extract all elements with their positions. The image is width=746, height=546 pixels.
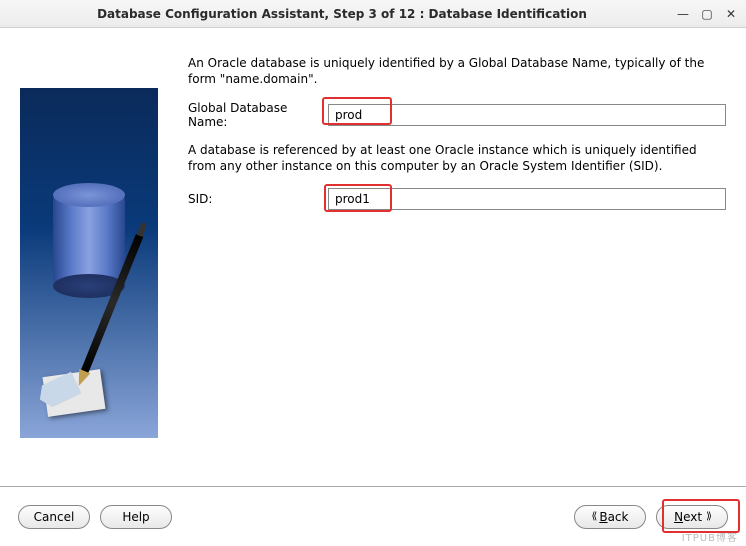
window-controls: — ▢ ✕ bbox=[676, 7, 738, 21]
maximize-icon[interactable]: ▢ bbox=[700, 7, 714, 21]
chevron-right-icon: ⟩⟩ bbox=[706, 511, 710, 522]
help-button[interactable]: Help bbox=[100, 505, 172, 529]
back-mnemonic: B bbox=[599, 510, 607, 524]
intro-text: An Oracle database is uniquely identifie… bbox=[188, 56, 726, 87]
sid-label: SID: bbox=[188, 192, 328, 206]
sid-intro-text: A database is referenced by at least one… bbox=[188, 143, 726, 174]
watermark: ITPUB博客 bbox=[682, 529, 738, 544]
next-button[interactable]: Next ⟩⟩ bbox=[656, 505, 728, 529]
window-title: Database Configuration Assistant, Step 3… bbox=[8, 7, 676, 21]
minimize-icon[interactable]: — bbox=[676, 7, 690, 21]
global-db-row: Global Database Name: bbox=[188, 101, 726, 129]
global-db-label: Global Database Name: bbox=[188, 101, 328, 129]
footer-left: Cancel Help bbox=[18, 505, 172, 529]
sid-row: SID: bbox=[188, 188, 726, 210]
sid-input[interactable] bbox=[328, 188, 726, 210]
cancel-button[interactable]: Cancel bbox=[18, 505, 90, 529]
next-mnemonic: N bbox=[674, 510, 683, 524]
titlebar: Database Configuration Assistant, Step 3… bbox=[0, 0, 746, 28]
footer-bar: Cancel Help ⟨⟨ Back Next ⟩⟩ bbox=[0, 486, 746, 546]
wizard-graphic bbox=[20, 88, 158, 438]
database-cylinder-icon bbox=[53, 183, 125, 298]
main-panel: An Oracle database is uniquely identifie… bbox=[158, 28, 746, 486]
global-db-name-input[interactable] bbox=[328, 104, 726, 126]
chevron-left-icon: ⟨⟨ bbox=[592, 511, 596, 522]
wizard-sidebar bbox=[0, 28, 158, 486]
next-label-rest: ext bbox=[683, 510, 702, 524]
content-area: An Oracle database is uniquely identifie… bbox=[0, 28, 746, 486]
back-label-rest: ack bbox=[608, 510, 629, 524]
footer-right: ⟨⟨ Back Next ⟩⟩ bbox=[574, 505, 728, 529]
back-button[interactable]: ⟨⟨ Back bbox=[574, 505, 646, 529]
close-icon[interactable]: ✕ bbox=[724, 7, 738, 21]
